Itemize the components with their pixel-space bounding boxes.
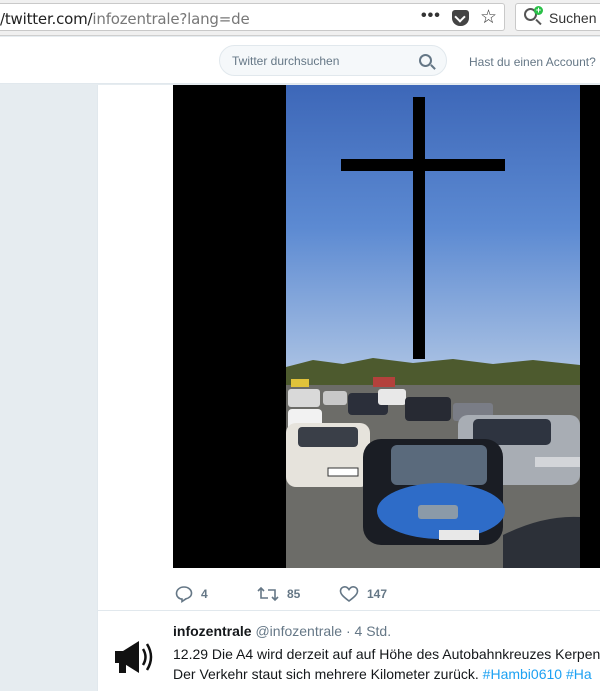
twitter-navbar: Twitter durchsuchen Hast du einen Accoun… [0,37,600,84]
tweet-header: infozentrale @infozentrale · 4 Std. [173,623,391,639]
twitter-search-input[interactable]: Twitter durchsuchen [219,45,447,76]
megaphone-avatar-icon[interactable] [109,633,157,681]
twitter-search-icon[interactable] [419,54,432,67]
address-bar[interactable]: /twitter.com/infozentrale?lang=de ••• ☆ [0,3,505,31]
account-prompt-link[interactable]: Hast du einen Account? [469,55,596,69]
twitter-search-placeholder: Twitter durchsuchen [232,54,340,68]
tweet-timestamp[interactable]: 4 Std. [355,623,392,639]
bookmark-star-icon[interactable]: ☆ [480,6,497,29]
tweet-timeline: 4 85 147 infozentrale @infozentrale · 4 … [97,85,600,691]
left-sidebar [0,85,97,691]
like-count: 147 [367,587,388,601]
hashtag-link[interactable]: #Ha [566,666,592,682]
tweet-text: 12.29 Die A4 wird derzeit auf auf Höhe d… [173,644,600,684]
browser-toolbar: /twitter.com/infozentrale?lang=de ••• ☆ … [0,0,600,36]
tweet-text-line-2: Der Verkehr staut sich mehrere Kilometer… [173,666,592,682]
browser-search-label: Suchen [549,10,597,26]
tweet-video[interactable] [173,85,600,568]
tweet-actions: 4 85 147 [173,582,600,606]
tweet-divider [98,610,600,611]
address-text[interactable]: /twitter.com/infozentrale?lang=de [0,10,250,28]
page-actions-menu-icon[interactable]: ••• [421,7,441,25]
tweet-text-line-1: 12.29 Die A4 wird derzeit auf auf Höhe d… [173,646,600,662]
like-button[interactable]: 147 [339,582,387,606]
retweet-icon [257,586,279,602]
reply-button[interactable]: 4 [175,582,208,606]
heart-icon [339,585,359,603]
browser-search-box[interactable]: + Suchen [515,3,600,31]
author-handle[interactable]: @infozentrale [255,623,342,639]
retweet-count: 85 [287,587,301,601]
reply-icon [175,586,193,603]
hashtag-link[interactable]: #Hambi0610 [483,666,562,682]
retweet-button[interactable]: 85 [257,582,300,606]
video-frame [173,85,600,568]
pocket-icon[interactable] [452,10,469,26]
author-name[interactable]: infozentrale [173,623,252,639]
add-search-engine-icon: + [534,5,543,15]
reply-count: 4 [201,587,208,601]
header-separator: · [345,623,351,639]
